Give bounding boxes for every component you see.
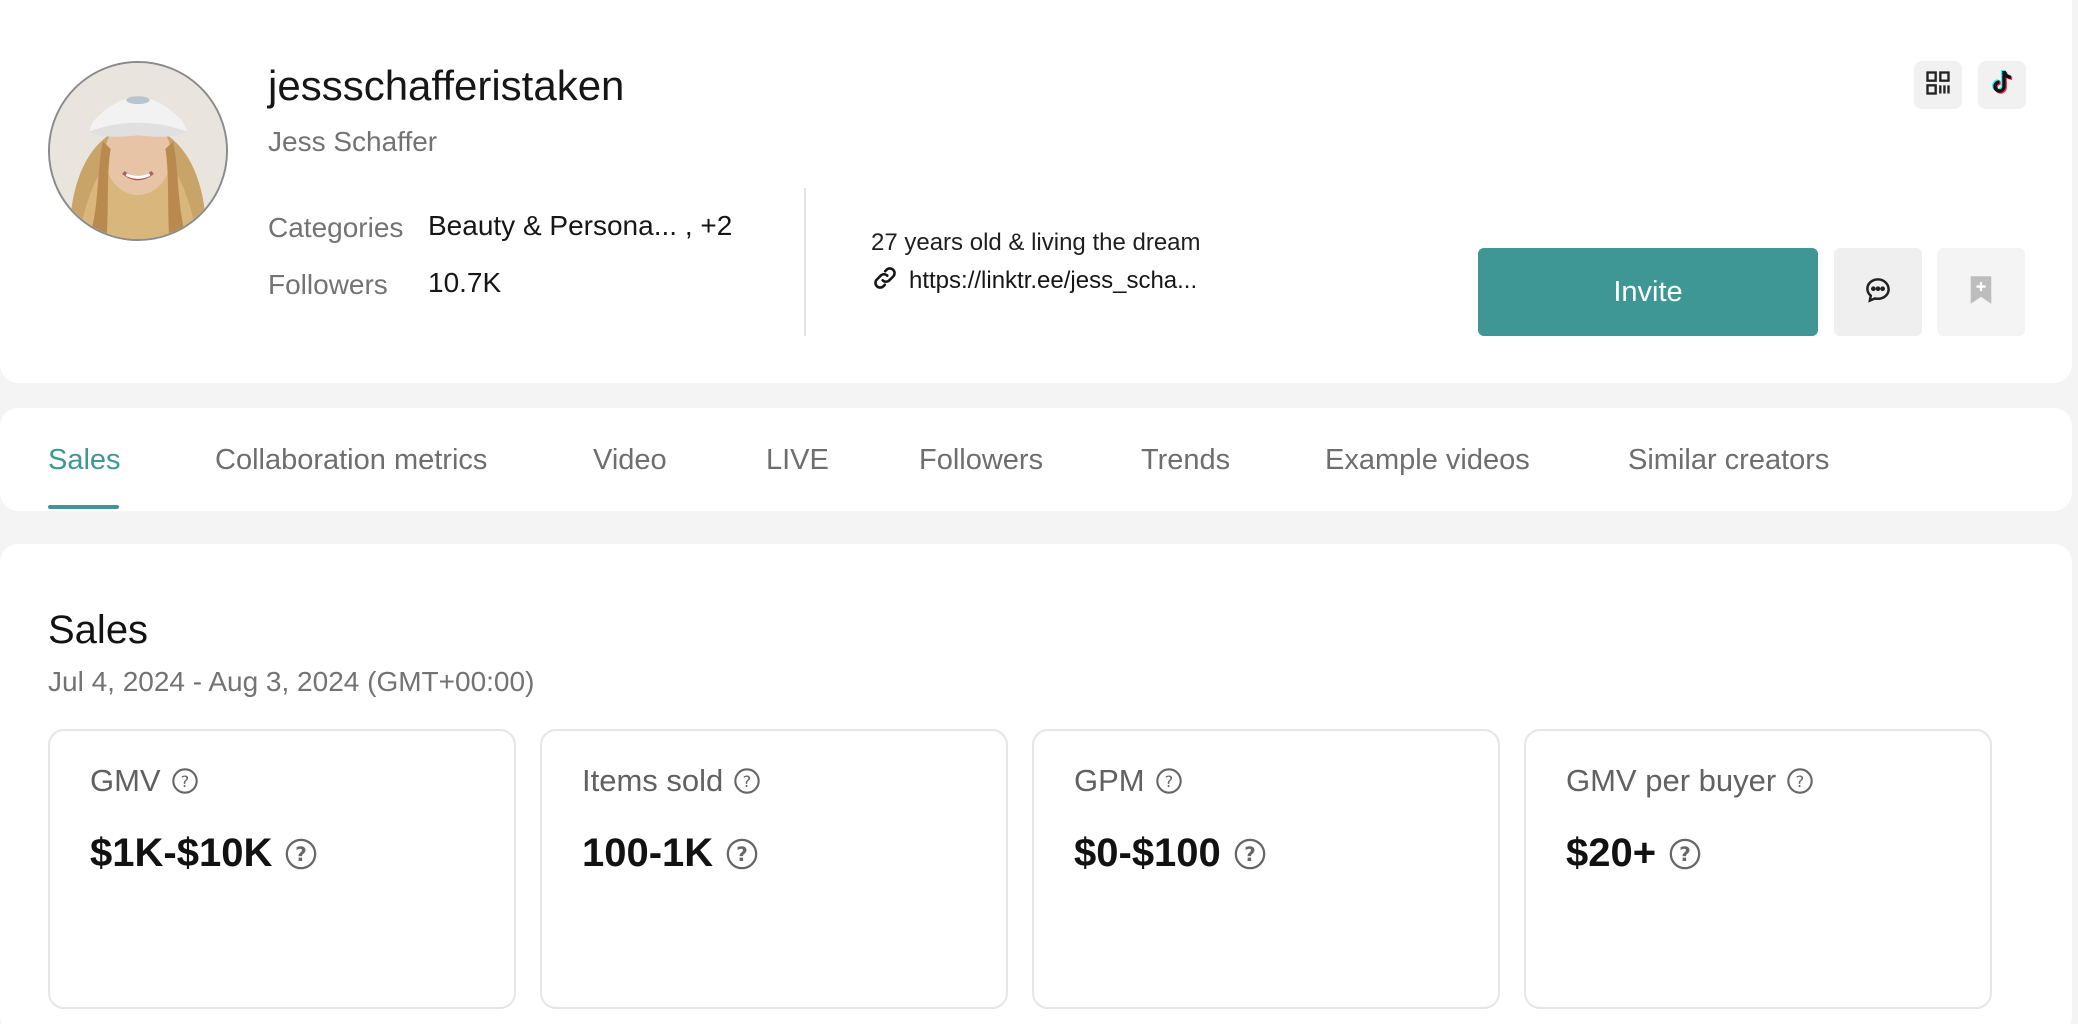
message-icon [1863, 275, 1893, 310]
date-range: Jul 4, 2024 - Aug 3, 2024 (GMT+00:00) [48, 666, 535, 697]
svg-text:?: ? [736, 843, 748, 866]
help-icon[interactable]: ? [1668, 837, 1702, 871]
creator-name: Jess Schaffer [268, 126, 438, 157]
qr-code-button[interactable] [1914, 61, 1962, 109]
active-tab-indicator [48, 505, 119, 509]
tiktok-profile-button[interactable] [1978, 61, 2026, 109]
tiktok-icon [1986, 67, 2018, 104]
message-button[interactable] [1834, 248, 1922, 336]
svg-text:?: ? [1244, 843, 1256, 866]
metric-value: $0-$100 [1074, 831, 1221, 875]
tab-trends[interactable]: Trends [1141, 444, 1230, 477]
tab-bar: Sales Collaboration metrics Video LIVE F… [0, 408, 2072, 511]
tab-example-videos[interactable]: Example videos [1325, 444, 1530, 477]
link-icon [871, 264, 899, 297]
tab-similar-creators[interactable]: Similar creators [1628, 444, 1829, 477]
categories-value[interactable]: Beauty & Persona... , +2 [428, 210, 732, 242]
help-icon[interactable]: ? [733, 767, 761, 795]
help-icon[interactable]: ? [1155, 767, 1183, 795]
metric-label: GMV [90, 763, 161, 798]
qr-code-icon [1924, 69, 1952, 102]
metric-card-gmv-per-buyer: GMV per buyer ? $20+ ? [1524, 729, 1992, 1009]
profile-card: jessschafferistaken Jess Schaffer Catego… [0, 0, 2072, 383]
avatar-image [50, 63, 226, 239]
avatar[interactable] [48, 61, 228, 241]
help-icon[interactable]: ? [171, 767, 199, 795]
svg-text:?: ? [743, 772, 752, 791]
metric-value: $20+ [1566, 831, 1657, 875]
creator-bio: 27 years old & living the dream [871, 229, 1201, 256]
divider [804, 188, 806, 336]
help-icon[interactable]: ? [1233, 837, 1267, 871]
save-creator-button[interactable] [1937, 248, 2025, 336]
followers-label: Followers [268, 269, 388, 300]
tab-sales[interactable]: Sales [48, 444, 121, 477]
tab-collaboration-metrics[interactable]: Collaboration metrics [215, 444, 487, 477]
help-icon[interactable]: ? [284, 837, 318, 871]
metric-card-gpm: GPM ? $0-$100 ? [1032, 729, 1500, 1009]
metric-value: $1K-$10K [90, 831, 273, 875]
svg-text:?: ? [1796, 772, 1805, 791]
creator-handle: jessschafferistaken [268, 62, 625, 109]
bookmark-add-icon [1967, 274, 1995, 311]
sales-section: Sales Jul 4, 2024 - Aug 3, 2024 (GMT+00:… [0, 544, 2072, 1024]
svg-text:?: ? [1679, 843, 1691, 866]
bio-link[interactable]: https://linktr.ee/jess_scha... [871, 264, 1197, 297]
metric-value: 100-1K [582, 831, 714, 875]
tab-video[interactable]: Video [593, 444, 667, 477]
help-icon[interactable]: ? [725, 837, 759, 871]
svg-text:?: ? [1164, 772, 1173, 791]
svg-text:?: ? [296, 843, 308, 866]
followers-value: 10.7K [428, 267, 502, 298]
metric-card-items-sold: Items sold ? 100-1K ? [540, 729, 1008, 1009]
svg-text:?: ? [180, 772, 189, 791]
invite-button[interactable]: Invite [1478, 248, 1818, 336]
tab-followers[interactable]: Followers [919, 444, 1043, 477]
categories-label: Categories [268, 212, 404, 243]
metric-card-gmv: GMV ? $1K-$10K ? [48, 729, 516, 1009]
tab-live[interactable]: LIVE [766, 444, 829, 477]
metric-label: GPM [1074, 763, 1145, 798]
metric-label: GMV per buyer [1566, 763, 1777, 798]
help-icon[interactable]: ? [1786, 767, 1814, 795]
metric-label: Items sold [582, 763, 724, 798]
section-title: Sales [48, 608, 149, 652]
bio-link-text[interactable]: https://linktr.ee/jess_scha... [909, 267, 1197, 295]
